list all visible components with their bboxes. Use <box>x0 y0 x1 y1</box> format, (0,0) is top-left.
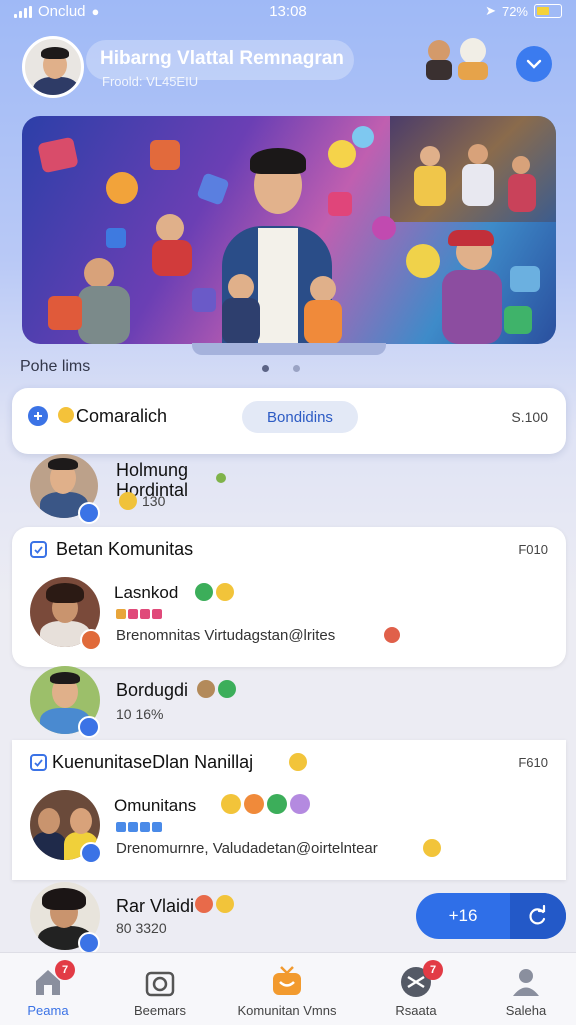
leaf-emoji-icon <box>195 583 213 601</box>
laugh-emoji-icon <box>289 753 307 771</box>
status-right: ➤ 72% <box>485 3 562 19</box>
nav-label: Rsaata <box>395 1003 437 1018</box>
wave-emoji-icon <box>290 794 310 814</box>
card-header-title: Betan Komunitas <box>56 539 194 559</box>
list-item-meta: 10 16% <box>116 706 164 722</box>
nav-item-rsaata[interactable]: 7 Rsaata <box>380 953 452 1025</box>
battery-percent: 72% <box>501 3 528 19</box>
fab-label: +16 <box>448 906 478 925</box>
nav-label: Beemars <box>133 1003 187 1018</box>
smile-emoji-icon <box>216 583 234 601</box>
filter-button-label: Bondidins <box>267 408 333 426</box>
banner-inset-photo <box>390 116 556 222</box>
chevron-down-icon <box>526 59 542 69</box>
verified-badge-icon <box>78 932 100 954</box>
smile-emoji-icon <box>221 794 241 814</box>
community-card[interactable]: Betan Komunitas F010 Lasnkod Brenomnitas… <box>12 527 566 667</box>
checkbox-icon[interactable] <box>30 754 47 771</box>
box-emoji-icon <box>197 680 215 698</box>
nav-badge: 7 <box>423 960 443 980</box>
floating-action-button[interactable]: +16 <box>416 893 566 939</box>
verified-badge-icon <box>78 502 100 524</box>
list-item[interactable]: Bordugdi 10 16% <box>0 666 576 740</box>
filter-button[interactable]: Bondidins <box>242 401 358 433</box>
list-item-name: Rar Vlaidi <box>116 896 195 916</box>
list-item-name: Bordugdi <box>116 680 189 700</box>
carousel-dot[interactable] <box>293 365 300 372</box>
mascot-icons <box>424 38 494 84</box>
list-item-meta: 80 3320 <box>116 920 167 936</box>
nav-item-home[interactable]: 7 Peama <box>10 953 86 1025</box>
filter-label: Comaralich <box>76 406 168 426</box>
card-description: Drenomurnre, Valudadetan@oirtelntear <box>116 840 378 857</box>
rating-stars <box>116 609 162 619</box>
clock-emoji-icon <box>58 407 74 423</box>
list-item-meta: 130 <box>142 493 166 509</box>
home-icon: 7 <box>31 960 75 999</box>
nav-badge: 7 <box>55 960 75 980</box>
verify-button[interactable] <box>516 46 552 82</box>
filter-count: S.100 <box>511 409 548 425</box>
tv-icon <box>270 965 304 999</box>
card-emojis <box>192 583 234 601</box>
location-icon: ➤ <box>485 3 496 18</box>
hero-banner[interactable] <box>22 116 556 344</box>
reaction-badge-icon <box>80 629 102 651</box>
blush-emoji-icon <box>195 895 213 913</box>
profile-avatar[interactable] <box>22 36 84 98</box>
leaf-emoji-icon <box>267 794 287 814</box>
header-title: Hibarng Vlattal Remnagran <box>100 48 344 69</box>
rating-stars <box>116 822 162 832</box>
globe-icon: 7 <box>399 960 443 999</box>
nav-label: Komunitan Vmns <box>237 1003 337 1018</box>
nav-item-profile[interactable]: Saleha <box>490 953 562 1025</box>
card-emojis <box>218 794 310 814</box>
refresh-button[interactable] <box>510 893 566 939</box>
card-description: Brenomnitas Virtudagstan@lrites <box>116 627 336 644</box>
card-person-name: Omunitans <box>114 796 197 815</box>
refresh-icon <box>529 905 546 925</box>
smile-emoji-icon <box>216 895 234 913</box>
nav-label: Peama <box>27 1003 69 1018</box>
list-item-emojis <box>194 680 236 698</box>
leaf-emoji-icon <box>218 680 236 698</box>
community-card[interactable]: KuenunitaseDlan Nanillaj F610 Omunitans … <box>12 740 566 880</box>
list-item[interactable]: Holmung Hordintal 130 <box>0 454 576 526</box>
card-person-name: Lasnkod <box>114 583 179 602</box>
card-header-count: F610 <box>518 755 548 770</box>
verified-badge-icon <box>78 716 100 738</box>
person-icon <box>509 965 543 999</box>
banner-shadow-bar <box>192 343 386 355</box>
card-header-count: F010 <box>518 542 548 557</box>
sparkle-icon <box>216 473 226 483</box>
filter-card: Comaralich Bondidins S.100 <box>12 388 566 454</box>
nav-item-members[interactable]: Beemars <box>118 953 202 1025</box>
card-header-title: KuenunitaseDlan Nanillaj <box>52 752 254 772</box>
info-icon <box>384 627 400 643</box>
nav-item-community[interactable]: Komunitan Vmns <box>222 953 352 1025</box>
list-item-emojis <box>192 895 234 913</box>
checkbox-icon[interactable] <box>30 541 47 558</box>
carousel-dot[interactable] <box>262 365 269 372</box>
battery-icon <box>534 4 562 18</box>
verified-badge-icon <box>80 842 102 864</box>
bottom-nav: 7 Peama Beemars Komunitan Vmns 7 Rsaata … <box>0 952 576 1025</box>
carousel-dots[interactable] <box>262 365 300 372</box>
grin-emoji-icon <box>244 794 264 814</box>
smile-emoji-icon <box>423 839 441 857</box>
header-subtitle: Froold: VL45EIU <box>102 74 199 89</box>
face-emoji-icon <box>119 492 137 510</box>
camera-icon <box>143 965 177 999</box>
status-bar: Onclud ● 13:08 ➤ 72% <box>0 0 576 26</box>
nav-label: Saleha <box>505 1003 547 1018</box>
plus-icon[interactable] <box>28 406 48 426</box>
banner-page-label: Pohe lims <box>20 358 91 375</box>
